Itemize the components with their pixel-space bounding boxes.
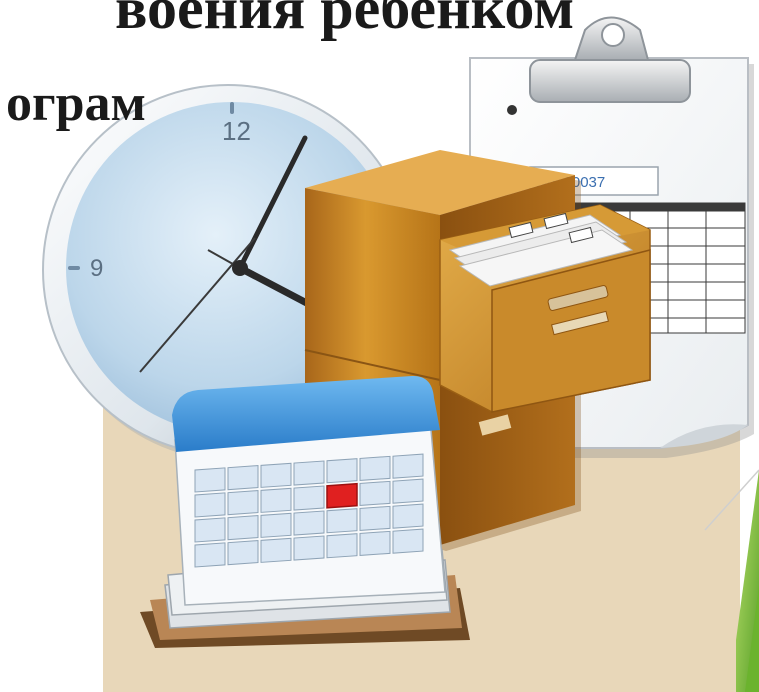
clipboard-clip [529, 16, 691, 103]
office-illustration: No. 00037 [6, 16, 759, 692]
calendar-highlighted-day [326, 482, 358, 509]
clock-numeral-9: 9 [90, 255, 103, 282]
clock-numeral-12: 12 [222, 116, 251, 146]
calendar-icon [140, 375, 470, 648]
open-drawer [439, 204, 651, 413]
slide-title-line-2: ограм [6, 75, 146, 132]
